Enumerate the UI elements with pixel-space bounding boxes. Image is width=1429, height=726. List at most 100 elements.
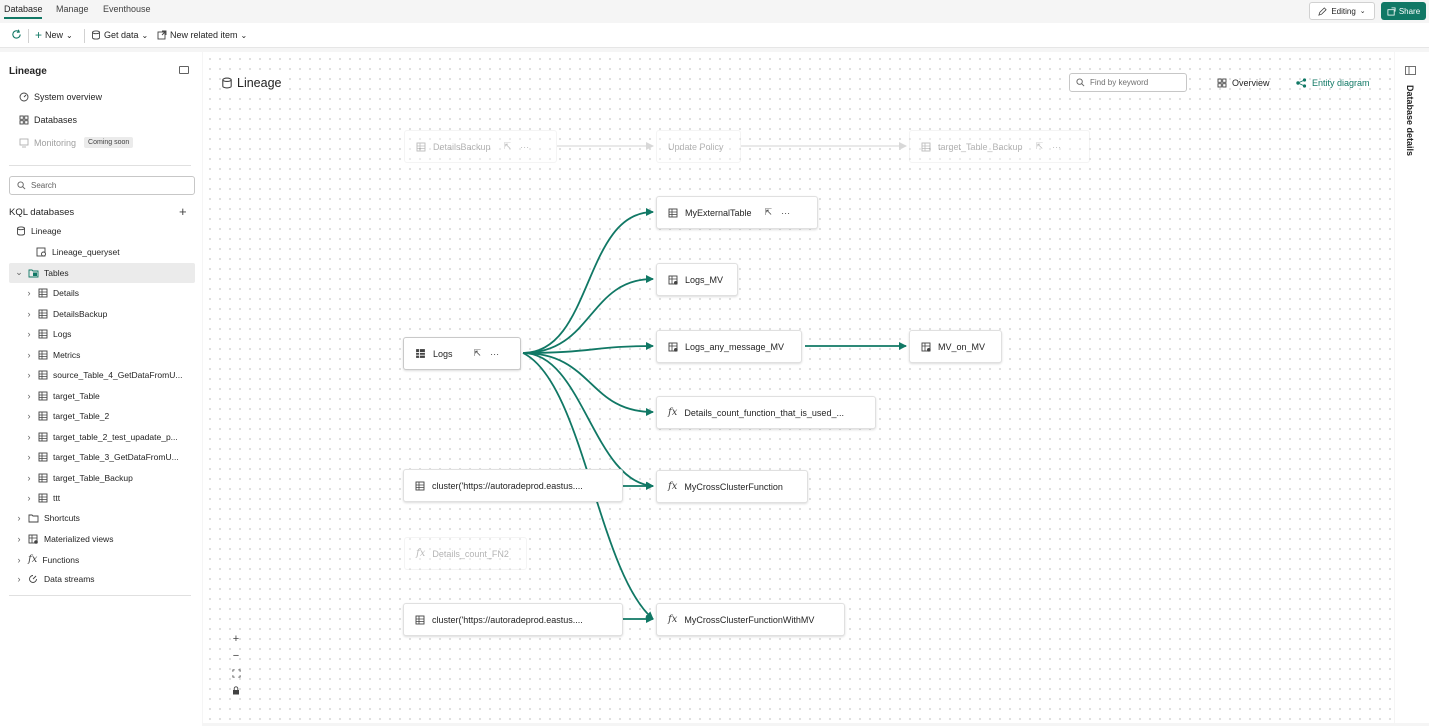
chevron-right-icon[interactable]: › xyxy=(25,309,33,319)
kql-databases-heading: KQL databases xyxy=(9,207,75,218)
tree-item-table[interactable]: › Metrics xyxy=(25,350,81,360)
node-logs[interactable]: Logs ⇱ ··· xyxy=(403,337,521,370)
tree-item-database[interactable]: Lineage xyxy=(16,226,61,236)
tree-item-table[interactable]: › source_Table_4_GetDataFromU... xyxy=(25,370,183,380)
chevron-right-icon[interactable]: › xyxy=(25,452,33,462)
table-icon xyxy=(38,411,48,421)
editing-mode-button[interactable]: Editing ⌄ xyxy=(1309,2,1375,20)
chevron-right-icon[interactable]: › xyxy=(15,534,23,544)
tree-item-table[interactable]: › ttt xyxy=(25,493,61,503)
tab-manage[interactable]: Manage xyxy=(56,4,89,14)
find-by-keyword-input[interactable]: Find by keyword xyxy=(1069,73,1187,92)
tree-item-table[interactable]: › Details xyxy=(25,288,79,298)
collapse-panel-icon[interactable] xyxy=(179,66,189,74)
tree-item-table[interactable]: › DetailsBackup xyxy=(25,308,108,319)
tree-item-materialized-views[interactable]: › Materialized views xyxy=(15,534,114,544)
fit-view-button[interactable] xyxy=(229,666,243,680)
expand-panel-icon[interactable] xyxy=(1405,66,1416,75)
node-details-backup[interactable]: DetailsBackup ⇱ ··· xyxy=(404,130,557,163)
node-my-external-table[interactable]: MyExternalTable ⇱ ··· xyxy=(656,196,818,229)
lineage-canvas[interactable]: Lineage Find by keyword Overview Entity … xyxy=(203,52,1394,723)
coming-soon-badge: Coming soon xyxy=(84,137,134,148)
tree-item-table[interactable]: › target_Table_3_GetDataFromU... xyxy=(25,452,179,462)
tree-item-label: DetailsBackup xyxy=(53,308,108,319)
tree-item-label: target_Table_2 xyxy=(53,411,110,421)
add-database-icon[interactable]: + xyxy=(179,205,187,218)
tree-item-tables-folder[interactable]: ⌄ Tables xyxy=(15,267,69,278)
tree-item-functions[interactable]: › fx Functions xyxy=(15,554,80,565)
chevron-right-icon[interactable]: › xyxy=(25,493,33,503)
more-options-icon[interactable]: ··· xyxy=(520,142,529,152)
chevron-down-icon: ⌄ xyxy=(1359,8,1366,15)
node-label: Logs xyxy=(433,348,453,359)
chevron-right-icon[interactable]: › xyxy=(25,329,33,339)
tree-item-queryset[interactable]: Lineage_queryset xyxy=(36,247,120,257)
sidebar-search-input[interactable]: Search xyxy=(9,176,195,195)
chevron-right-icon[interactable]: › xyxy=(25,370,33,380)
tree-item-table[interactable]: › target_Table xyxy=(25,391,100,401)
tab-database[interactable]: Database xyxy=(4,4,43,14)
chevron-right-icon[interactable]: › xyxy=(15,555,23,565)
chevron-right-icon[interactable]: › xyxy=(25,432,33,442)
share-button[interactable]: Share xyxy=(1381,2,1426,20)
get-data-button[interactable]: Get data ⌄ xyxy=(91,30,148,40)
sidebar-item-databases[interactable]: Databases xyxy=(19,115,77,125)
tree-item-label: source_Table_4_GetDataFromU... xyxy=(53,370,183,380)
tree-item-table[interactable]: › target_Table_Backup xyxy=(25,473,133,483)
sidebar-item-system-overview[interactable]: System overview xyxy=(19,92,102,102)
chevron-right-icon[interactable]: › xyxy=(25,288,33,298)
table-icon xyxy=(38,370,48,380)
tree-item-table[interactable]: › target_Table_2 xyxy=(25,411,110,421)
node-cluster-external-2[interactable]: cluster('https://autoradeprod.eastus.... xyxy=(403,603,623,636)
tab-eventhouse[interactable]: Eventhouse xyxy=(103,4,151,14)
new-related-item-button[interactable]: New related item ⌄ xyxy=(157,30,247,40)
tree-item-shortcuts[interactable]: › Shortcuts xyxy=(15,513,80,523)
tree-item-label: target_table_2_test_upadate_p... xyxy=(53,431,178,442)
node-label: Details_count_FN2 xyxy=(432,548,509,559)
node-label: target_Table_Backup xyxy=(938,141,1023,152)
new-button[interactable]: + New ⌄ xyxy=(35,29,73,41)
node-cluster-external-1[interactable]: cluster('https://autoradeprod.eastus.... xyxy=(403,469,623,502)
entity-diagram-button[interactable]: Entity diagram xyxy=(1296,78,1370,88)
tree-item-table[interactable]: › target_table_2_test_upadate_p... xyxy=(25,432,178,442)
find-placeholder: Find by keyword xyxy=(1090,78,1149,87)
tree-item-table[interactable]: › Logs xyxy=(25,329,72,339)
chevron-down-icon[interactable]: ⌄ xyxy=(15,267,23,278)
node-target-table-backup[interactable]: target_Table_Backup ⇱ ··· xyxy=(909,130,1090,163)
more-options-icon[interactable]: ··· xyxy=(1052,142,1061,152)
overview-button[interactable]: Overview xyxy=(1217,78,1270,88)
chevron-right-icon[interactable]: › xyxy=(25,411,33,421)
chevron-right-icon[interactable]: › xyxy=(25,350,33,360)
zoom-in-button[interactable]: + xyxy=(229,632,243,646)
node-my-cross-cluster-function-with-mv[interactable]: fx MyCrossClusterFunctionWithMV xyxy=(656,603,845,636)
more-options-icon[interactable]: ··· xyxy=(490,349,499,359)
database-details-label[interactable]: Database details xyxy=(1405,85,1415,156)
open-node-icon[interactable]: ⇱ xyxy=(765,207,773,218)
node-logs-any-message-mv[interactable]: Logs_any_message_MV xyxy=(656,330,802,363)
open-node-icon[interactable]: ⇱ xyxy=(474,348,482,359)
tree-item-data-streams[interactable]: › Data streams xyxy=(15,574,95,584)
lock-button[interactable] xyxy=(229,683,243,697)
zoom-out-button[interactable]: − xyxy=(229,649,243,663)
chevron-right-icon[interactable]: › xyxy=(15,574,23,584)
chevron-right-icon[interactable]: › xyxy=(25,473,33,483)
entity-diagram-label: Entity diagram xyxy=(1312,78,1370,88)
chevron-right-icon[interactable]: › xyxy=(25,391,33,401)
tree-item-label: Tables xyxy=(44,267,69,278)
node-label: Details_count_function_that_is_used_... xyxy=(684,407,844,418)
node-mv-on-mv[interactable]: MV_on_MV xyxy=(909,330,1002,363)
open-node-icon[interactable]: ⇱ xyxy=(1036,141,1044,152)
open-external-icon xyxy=(157,30,167,40)
more-options-icon[interactable]: ··· xyxy=(781,208,790,218)
external-table-icon xyxy=(415,481,425,491)
node-details-count-fn2[interactable]: fx Details_count_FN2 xyxy=(404,537,527,570)
materialized-view-icon xyxy=(668,342,678,352)
open-node-icon[interactable]: ⇱ xyxy=(504,141,512,152)
node-my-cross-cluster-function[interactable]: fx MyCrossClusterFunction xyxy=(656,470,808,503)
node-update-policy[interactable]: Update Policy xyxy=(656,130,741,163)
search-icon xyxy=(1076,78,1085,87)
chevron-right-icon[interactable]: › xyxy=(15,513,23,523)
node-logs-mv[interactable]: Logs_MV xyxy=(656,263,738,296)
refresh-icon[interactable] xyxy=(11,29,22,40)
node-details-count-function[interactable]: fx Details_count_function_that_is_used_.… xyxy=(656,396,876,429)
